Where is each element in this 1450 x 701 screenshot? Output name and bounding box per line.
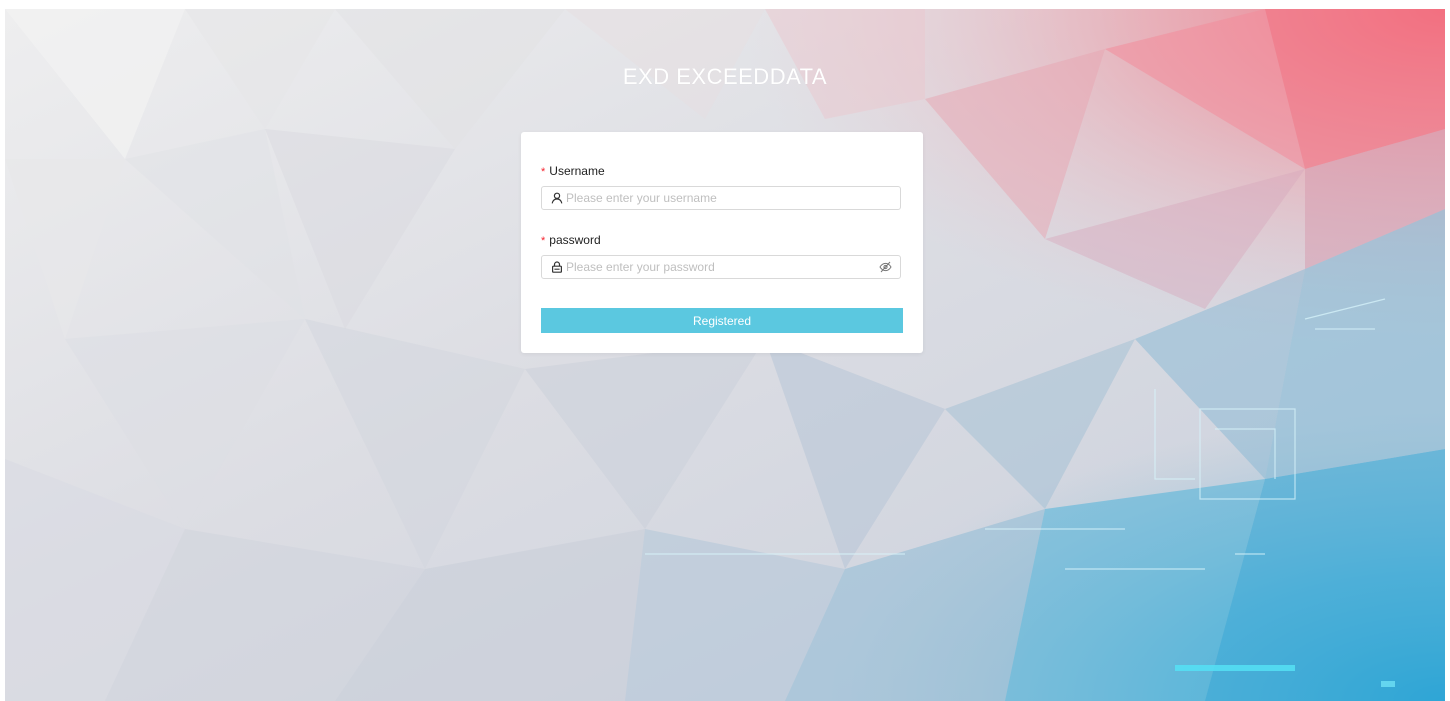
lock-icon	[552, 261, 563, 273]
password-label: * password	[541, 233, 601, 247]
username-input[interactable]	[566, 187, 872, 209]
registered-button[interactable]: Registered	[541, 308, 903, 333]
app-title: EXD EXCEEDDATA	[622, 64, 828, 89]
background-image	[5, 9, 1445, 701]
password-field[interactable]	[541, 255, 901, 279]
required-mark: *	[541, 166, 546, 178]
eye-hidden-icon[interactable]	[879, 261, 892, 273]
password-label-text: password	[549, 233, 601, 247]
required-mark: *	[541, 235, 546, 247]
password-input[interactable]	[566, 256, 872, 278]
username-label-text: Username	[549, 164, 605, 178]
user-icon	[551, 192, 563, 204]
login-form: *Username *password Regis	[521, 132, 923, 353]
username-field[interactable]	[541, 186, 901, 210]
username-label: * Username	[541, 164, 605, 178]
login-page: EXD EXCEEDDATA *Username *password	[5, 9, 1445, 701]
